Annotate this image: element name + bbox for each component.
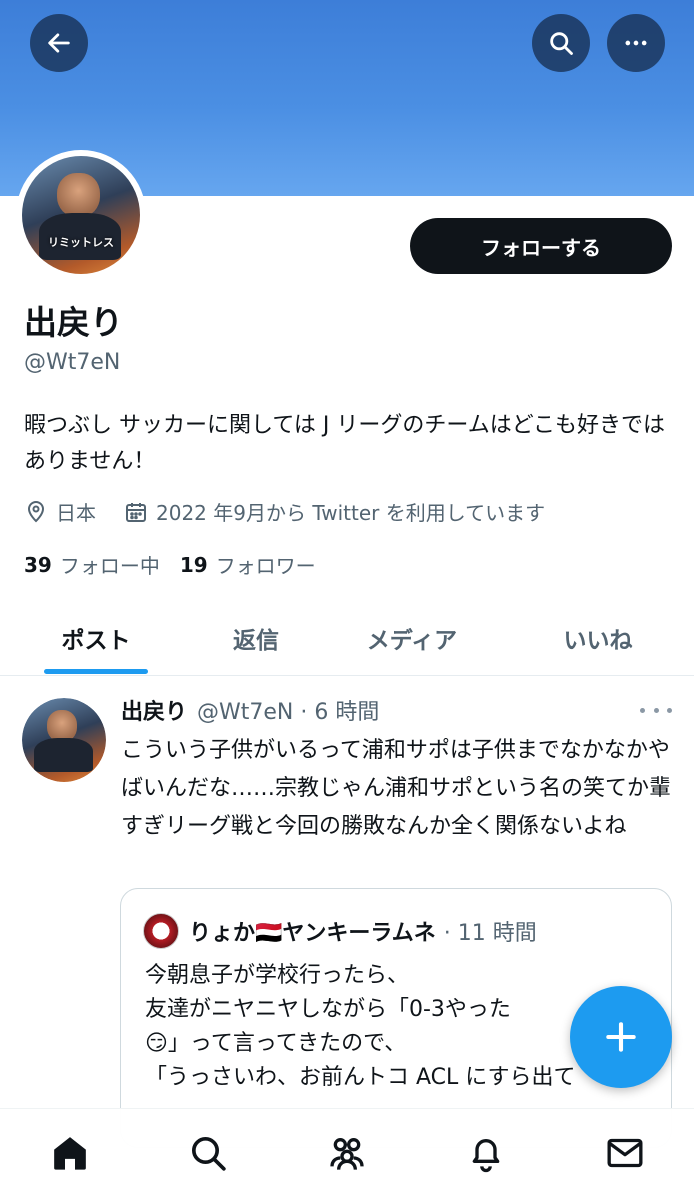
quoted-post-header: りょか🇾🇪ヤンキーラムネ · 11 時間 <box>143 913 537 949</box>
location-pin-icon <box>27 500 45 522</box>
home-icon <box>54 1137 86 1170</box>
active-tab-indicator <box>44 669 148 674</box>
bell-icon <box>472 1139 500 1173</box>
avatar-image: リミットレス <box>22 156 140 274</box>
profile-tabs: ポスト 返信 メディア いいね <box>0 600 694 676</box>
follow-button[interactable]: フォローする <box>410 218 672 274</box>
back-button[interactable] <box>30 14 88 72</box>
plus-icon <box>606 1022 636 1052</box>
dot-icon <box>653 707 659 713</box>
arrow-left-icon <box>48 33 70 53</box>
post-author-name[interactable]: 出戻り <box>121 694 187 726</box>
nav-notifications[interactable] <box>464 1131 508 1175</box>
followers-label[interactable]: フォロワー <box>216 550 316 579</box>
nav-messages[interactable] <box>603 1131 647 1175</box>
more-horizontal-icon <box>625 40 647 46</box>
quoted-author-name: りょか🇾🇪ヤンキーラムネ <box>189 921 436 946</box>
nav-communities[interactable] <box>325 1131 369 1175</box>
more-options-button[interactable] <box>607 14 665 72</box>
tab-likes[interactable]: いいね <box>530 600 666 676</box>
nav-home[interactable] <box>48 1131 92 1175</box>
post-author-meta: @Wt7eN · 6 時間 <box>197 700 380 725</box>
post-text: こういう子供がいるって浦和サポは子供までなかなかやばいんだな……宗教じゃん浦和サ… <box>121 738 672 839</box>
post-avatar[interactable] <box>22 698 106 782</box>
compose-button[interactable] <box>570 986 672 1088</box>
post-more-button[interactable] <box>640 700 672 720</box>
dot-icon <box>640 707 645 713</box>
tab-posts[interactable]: ポスト <box>30 600 162 676</box>
follow-stats: 39 フォロー中 19 フォロワー <box>24 550 316 579</box>
mail-icon <box>607 1138 643 1168</box>
post-header: 出戻り @Wt7eN · 6 時間 <box>121 694 379 726</box>
profile-bio: 暇つぶし サッカーに関しては J リーグのチームはどこも好きではありません！ <box>24 413 666 474</box>
communities-icon <box>330 1138 364 1170</box>
profile-meta: 日本 2022 年9月から Twitter を利用しています <box>24 497 545 526</box>
search-icon <box>192 1137 226 1171</box>
dot-icon <box>667 707 672 713</box>
following-label[interactable]: フォロー中 <box>60 550 160 579</box>
avatar-caption: リミットレス <box>48 235 114 249</box>
user-handle: @Wt7eN <box>24 350 121 375</box>
joined-date: 2022 年9月から Twitter を利用しています <box>156 501 546 525</box>
quoted-post-time: · 11 時間 <box>443 921 537 946</box>
display-name: 出戻り <box>24 303 123 342</box>
location-text: 日本 <box>56 501 96 525</box>
followers-count[interactable]: 19 <box>180 553 208 577</box>
tab-replies[interactable]: 返信 <box>196 600 316 676</box>
bottom-navigation <box>0 1108 694 1200</box>
following-count[interactable]: 39 <box>24 553 52 577</box>
search-icon <box>550 32 573 55</box>
search-button[interactable] <box>532 14 590 72</box>
calendar-icon <box>126 502 146 522</box>
tab-media[interactable]: メディア <box>340 600 484 676</box>
quoted-author-avatar <box>143 913 179 949</box>
post-avatar-image <box>22 698 106 782</box>
nav-search[interactable] <box>186 1131 230 1175</box>
profile-avatar[interactable]: リミットレス <box>16 150 146 280</box>
